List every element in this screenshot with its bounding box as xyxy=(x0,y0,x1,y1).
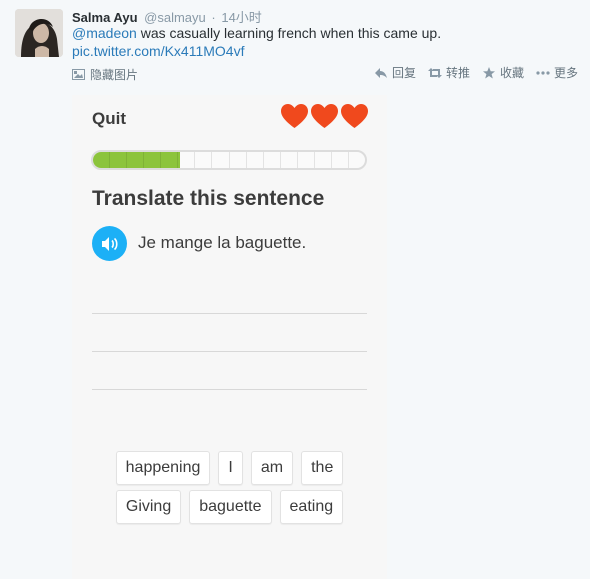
hide-image-label: 隐藏图片 xyxy=(90,68,139,82)
word-tile[interactable]: baguette xyxy=(189,490,272,524)
hearts xyxy=(281,104,368,129)
quit-button[interactable]: Quit xyxy=(92,109,126,129)
source-sentence: Je mange la baguette. xyxy=(138,233,307,252)
tweet-body: was casually learning french when this c… xyxy=(136,25,442,41)
favorite-button[interactable]: 收藏 xyxy=(482,64,524,81)
progress-segment xyxy=(264,152,281,168)
answer-line[interactable] xyxy=(92,389,367,390)
tweet-actions: 回复 转推 收藏 更多 xyxy=(374,64,578,81)
word-bank-row: happening Iam the xyxy=(72,451,387,485)
word-bank-row: Giving baguette eating xyxy=(72,490,387,524)
progress-segment xyxy=(349,152,365,168)
instruction-heading: Translate this sentence xyxy=(92,187,325,210)
reply-icon xyxy=(374,67,387,78)
heart-icon xyxy=(281,104,308,129)
progress-ticks xyxy=(93,152,365,168)
hide-image-toggle[interactable]: 隐藏图片 xyxy=(72,66,138,83)
speaker-icon xyxy=(101,236,118,251)
tweet: Salma Ayu @salmayu · 14小时 @madeon was ca… xyxy=(0,0,590,579)
progress-segment xyxy=(281,152,298,168)
tweet-header: Salma Ayu @salmayu · 14小时 xyxy=(72,7,262,26)
author-handle[interactable]: @salmayu xyxy=(144,10,206,25)
heart-icon xyxy=(311,104,338,129)
answer-line[interactable] xyxy=(92,313,367,314)
mention-link[interactable]: @madeon xyxy=(72,25,137,41)
retweet-button[interactable]: 转推 xyxy=(427,64,470,81)
progress-segment xyxy=(127,152,145,168)
progress-segment xyxy=(212,152,230,168)
word-tile[interactable]: the xyxy=(301,451,344,485)
lesson-progress-bar xyxy=(91,150,367,170)
more-label: 更多 xyxy=(553,66,578,80)
word-tile[interactable]: I xyxy=(218,451,243,485)
word-bank: happening Iam the Giving baguette eating xyxy=(72,451,387,529)
favorite-label: 收藏 xyxy=(499,66,524,80)
answer-line[interactable] xyxy=(92,351,367,352)
progress-segment xyxy=(247,152,264,168)
progress-segment xyxy=(161,152,179,168)
reply-label: 回复 xyxy=(391,66,416,80)
progress-segment xyxy=(298,152,315,168)
progress-segment xyxy=(230,152,247,168)
word-tile[interactable]: Giving xyxy=(115,490,182,524)
word-tile[interactable]: eating xyxy=(279,490,344,524)
retweet-label: 转推 xyxy=(445,66,470,80)
separator: · xyxy=(211,10,216,25)
image-icon xyxy=(72,69,85,80)
progress-segment xyxy=(195,152,213,168)
avatar[interactable] xyxy=(15,9,63,57)
progress-segment xyxy=(178,152,196,168)
word-tile[interactable]: happening xyxy=(115,451,211,485)
progress-segment xyxy=(315,152,332,168)
timestamp[interactable]: 14小时 xyxy=(221,10,261,25)
progress-segment xyxy=(332,152,349,168)
progress-segment xyxy=(93,152,111,168)
word-tile[interactable]: am xyxy=(250,451,294,485)
progress-segment xyxy=(110,152,128,168)
retweet-icon xyxy=(427,67,442,78)
more-button[interactable]: 更多 xyxy=(536,64,578,81)
tweet-text: @madeon was casually learning french whe… xyxy=(72,25,441,41)
progress-segment xyxy=(144,152,162,168)
pic-link[interactable]: pic.twitter.com/Kx411MO4vf xyxy=(72,43,244,59)
play-audio-button[interactable] xyxy=(92,226,127,261)
tweet-media-screenshot[interactable]: Quit Translate this sentence Je mange la… xyxy=(72,95,387,579)
more-dots-icon xyxy=(536,70,550,75)
heart-icon xyxy=(341,104,368,129)
star-icon xyxy=(482,66,495,78)
author-name[interactable]: Salma Ayu xyxy=(72,10,138,25)
reply-button[interactable]: 回复 xyxy=(374,64,416,81)
